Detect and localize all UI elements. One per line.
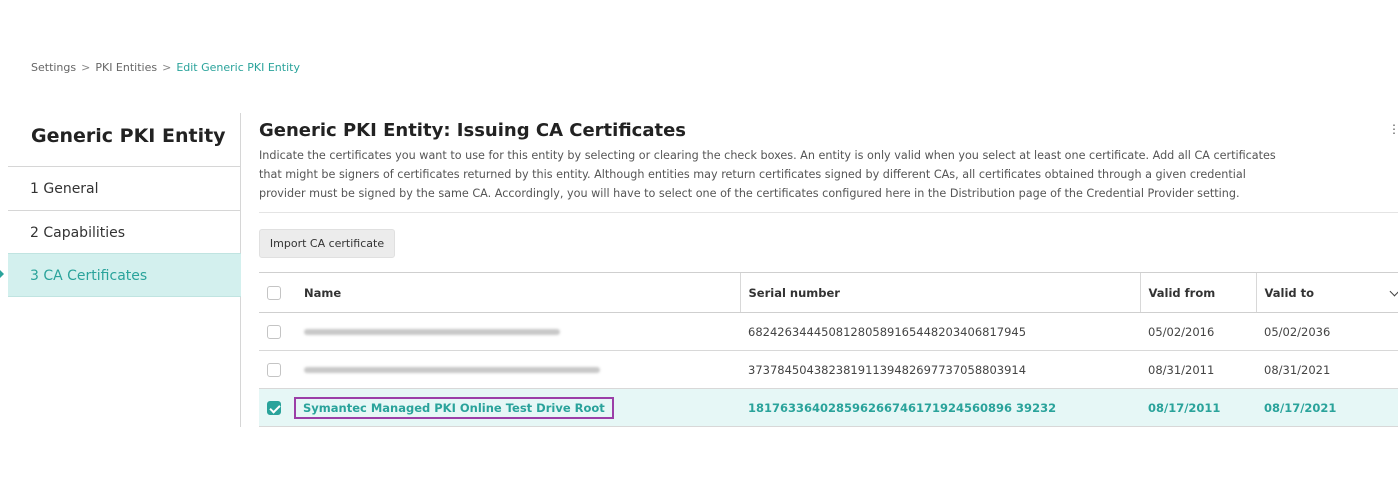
redacted-name [304, 329, 560, 335]
import-ca-certificate-button[interactable]: Import CA certificate [259, 229, 395, 258]
column-header-valid-from[interactable]: Valid from [1139, 272, 1256, 313]
breadcrumb-separator: > [81, 61, 91, 74]
row-serial: 181763364028596266746171924560896 39232 [740, 388, 1140, 427]
main-content: Generic PKI Entity: Issuing CA Certifica… [259, 120, 1398, 213]
row-name [296, 312, 740, 351]
page-description: Indicate the certificates you want to us… [259, 149, 1276, 200]
active-step-caret-icon [0, 270, 4, 278]
redacted-name [304, 367, 600, 373]
breadcrumb-settings[interactable]: Settings [31, 61, 76, 74]
row-checkbox-checked[interactable] [267, 400, 281, 415]
select-all-cell [259, 272, 296, 313]
row-checkbox-cell [259, 350, 296, 389]
row-name: Symantec Managed PKI Online Test Drive R… [294, 388, 740, 427]
table-row[interactable]: 68242634445081280589165448203406817945 0… [259, 312, 1398, 351]
row-name [296, 350, 740, 389]
row-checkbox[interactable] [267, 362, 281, 377]
row-checkbox-cell [259, 388, 296, 427]
breadcrumb-separator: > [162, 61, 172, 74]
column-header-serial[interactable]: Serial number [739, 272, 1140, 313]
sidebar-item-ca-certificates[interactable]: 3 CA Certificates [8, 253, 241, 297]
column-header-name[interactable]: Name [296, 272, 740, 313]
row-valid-to: 05/02/2036 [1256, 312, 1398, 351]
highlighted-certificate-name: Symantec Managed PKI Online Test Drive R… [294, 396, 614, 419]
page-title: Generic PKI Entity: Issuing CA Certifica… [259, 120, 687, 141]
more-vertical-icon[interactable]: ⋮ [1388, 122, 1398, 136]
ca-certificates-table: Name Serial number Valid from Valid to 6… [259, 272, 1398, 427]
row-valid-to: 08/17/2021 [1256, 388, 1398, 427]
row-serial: 37378450438238191139482697737058803914 [740, 350, 1140, 389]
row-valid-from: 05/02/2016 [1140, 312, 1256, 351]
table-header-row: Name Serial number Valid from Valid to [259, 272, 1398, 313]
wizard-sidebar: Generic PKI Entity 1 General 2 Capabilit… [0, 113, 241, 427]
row-checkbox-cell [259, 312, 296, 351]
sidebar-item-capabilities[interactable]: 2 Capabilities [8, 210, 241, 254]
sidebar-title: Generic PKI Entity [31, 125, 226, 147]
column-header-valid-to-label: Valid to [1264, 285, 1315, 300]
sidebar-item-general[interactable]: 1 General [8, 166, 241, 210]
row-serial: 68242634445081280589165448203406817945 [740, 312, 1140, 351]
row-valid-from: 08/31/2011 [1140, 350, 1256, 389]
breadcrumb-pki-entities[interactable]: PKI Entities [95, 61, 157, 74]
breadcrumb-current: Edit Generic PKI Entity [176, 61, 300, 74]
select-all-checkbox[interactable] [267, 285, 281, 300]
column-header-valid-to[interactable]: Valid to [1255, 272, 1398, 313]
row-valid-to: 08/31/2021 [1256, 350, 1398, 389]
breadcrumb: Settings > PKI Entities > Edit Generic PKI E… [31, 61, 300, 74]
chevron-down-icon[interactable] [1389, 286, 1398, 297]
divider [259, 212, 1398, 213]
table-row-selected[interactable]: Symantec Managed PKI Online Test Drive R… [259, 388, 1398, 427]
row-checkbox[interactable] [267, 324, 281, 339]
table-row[interactable]: 37378450438238191139482697737058803914 0… [259, 350, 1398, 389]
row-valid-from: 08/17/2011 [1140, 388, 1256, 427]
